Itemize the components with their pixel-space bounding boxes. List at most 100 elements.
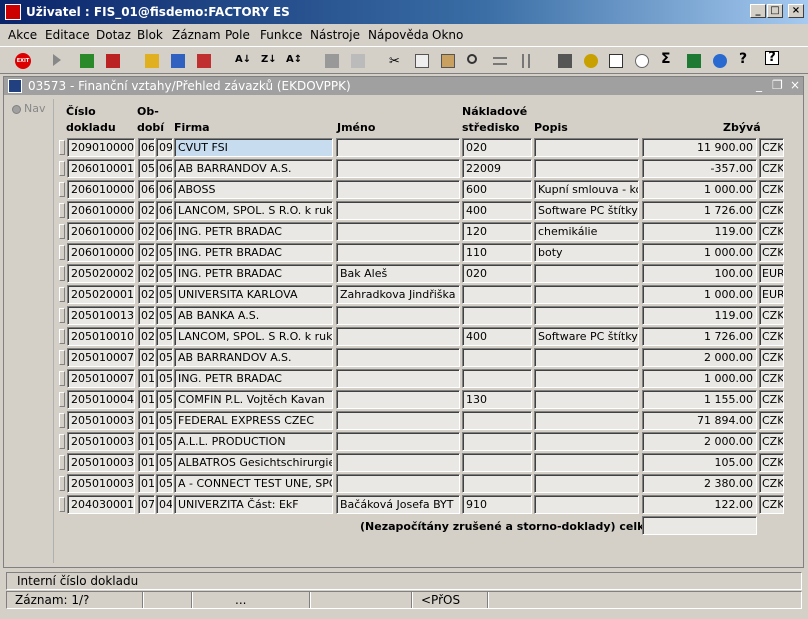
popis-field[interactable] [534,306,639,325]
period-field[interactable]: 06 [156,180,173,199]
zbyva-field[interactable]: 1 000.00 [642,180,757,199]
popis-field[interactable] [534,138,639,157]
form-minimize-button[interactable]: _ [756,78,762,92]
year-field[interactable]: 02 [138,201,155,220]
year-field[interactable]: 02 [138,285,155,304]
stredisko-field[interactable] [462,369,532,388]
doklad-field[interactable]: 2050100107 [67,327,135,346]
doklad-field[interactable]: 2050100038 [67,432,135,451]
mena-field[interactable]: CZK [759,159,784,178]
zbyva-field[interactable]: 122.00 [642,495,757,514]
list-button[interactable] [490,51,510,71]
mena-field[interactable]: CZK [759,411,784,430]
popis-field[interactable] [534,432,639,451]
period-field[interactable]: 05 [156,369,173,388]
row-marker[interactable] [59,287,65,302]
stredisko-field[interactable]: 400 [462,201,532,220]
row-marker[interactable] [59,350,65,365]
firma-field[interactable]: UNIVERSITA KARLOVA [174,285,333,304]
row-marker[interactable] [59,329,65,344]
period-field[interactable]: 05 [156,285,173,304]
jmeno-field[interactable] [336,432,460,451]
enter-query-button[interactable] [142,51,162,71]
stredisko-field[interactable]: 020 [462,264,532,283]
period-field[interactable]: 05 [156,390,173,409]
exit-button[interactable]: EXIT [13,51,33,71]
form-restore-button[interactable]: ❐ [772,78,783,92]
row-marker[interactable] [59,140,65,155]
jmeno-field[interactable]: Zahradkova Jindřiška [336,285,460,304]
row-marker[interactable] [59,413,65,428]
period-field[interactable]: 06 [156,201,173,220]
period-field[interactable]: 05 [156,474,173,493]
popis-field[interactable] [534,474,639,493]
doklad-field[interactable]: 2050100135 [67,306,135,325]
doklad-field[interactable]: 2040300012 [67,495,135,514]
year-field[interactable]: 02 [138,306,155,325]
zbyva-field[interactable]: 2 000.00 [642,348,757,367]
mena-field[interactable]: CZK [759,138,784,157]
find-button[interactable] [464,51,484,71]
print-button[interactable] [322,51,342,71]
popis-field[interactable] [534,264,639,283]
copy-button[interactable] [412,51,432,71]
jmeno-field[interactable] [336,474,460,493]
period-field[interactable]: 05 [156,306,173,325]
firma-field[interactable]: LANCOM, SPOL. S R.O. k rukám [174,327,333,346]
row-marker[interactable] [59,161,65,176]
stredisko-field[interactable] [462,453,532,472]
zbyva-field[interactable]: 11 900.00 [642,138,757,157]
doklad-field[interactable]: 2050100041 [67,390,135,409]
row-marker[interactable] [59,245,65,260]
nav-radio[interactable] [12,105,21,114]
jmeno-field[interactable] [336,180,460,199]
maximize-button[interactable]: □ [767,4,783,18]
doklad-field[interactable]: 2050200016 [67,285,135,304]
help-button[interactable]: ? [736,51,756,71]
zbyva-field[interactable]: 2 380.00 [642,474,757,493]
minimize-button[interactable]: _ [750,4,766,18]
context-help-button[interactable]: ? [762,51,782,71]
firma-field[interactable]: ING. PETR BRADAC [174,222,333,241]
doklad-field[interactable]: 2050100074 [67,369,135,388]
mena-field[interactable]: CZK [759,306,784,325]
zbyva-field[interactable]: 71 894.00 [642,411,757,430]
firma-field[interactable]: ING. PETR BRADAC [174,264,333,283]
period-field[interactable]: 06 [156,159,173,178]
jmeno-field[interactable] [336,348,460,367]
year-field[interactable]: 02 [138,327,155,346]
stredisko-field[interactable] [462,306,532,325]
mena-field[interactable]: CZK [759,474,784,493]
jmeno-field[interactable] [336,306,460,325]
row-marker[interactable] [59,476,65,491]
period-field[interactable]: 05 [156,453,173,472]
period-field[interactable]: 09 [156,138,173,157]
doklad-field[interactable]: 2050100078 [67,348,135,367]
row-marker[interactable] [59,392,65,407]
firma-field[interactable]: CVUT FSI [174,138,333,157]
popis-field[interactable] [534,495,639,514]
jmeno-field[interactable] [336,390,460,409]
year-field[interactable]: 01 [138,453,155,472]
menu-okno[interactable]: Okno [432,28,463,42]
note-button[interactable] [606,51,626,71]
menu-akce[interactable]: Akce [8,28,37,42]
year-field[interactable]: 01 [138,390,155,409]
sort-asc-button[interactable]: A↓ [232,51,252,71]
firma-field[interactable]: FEDERAL EXPRESS CZEC [174,411,333,430]
year-field[interactable]: 01 [138,432,155,451]
period-field[interactable]: 06 [156,222,173,241]
sum-button[interactable]: Σ [658,51,678,71]
jmeno-field[interactable] [336,159,460,178]
mena-field[interactable]: CZK [759,495,784,514]
doklad-field[interactable]: 2060100005 [67,201,135,220]
menu-funkce[interactable]: Funkce [260,28,302,42]
popis-field[interactable] [534,453,639,472]
cut-button[interactable]: ✂ [386,51,406,71]
sort-desc-button[interactable]: Z↓ [258,51,278,71]
year-field[interactable]: 01 [138,474,155,493]
browser-button[interactable] [710,51,730,71]
form-close-button[interactable]: × [790,78,800,92]
menu-blok[interactable]: Blok [137,28,163,42]
jmeno-field[interactable] [336,411,460,430]
